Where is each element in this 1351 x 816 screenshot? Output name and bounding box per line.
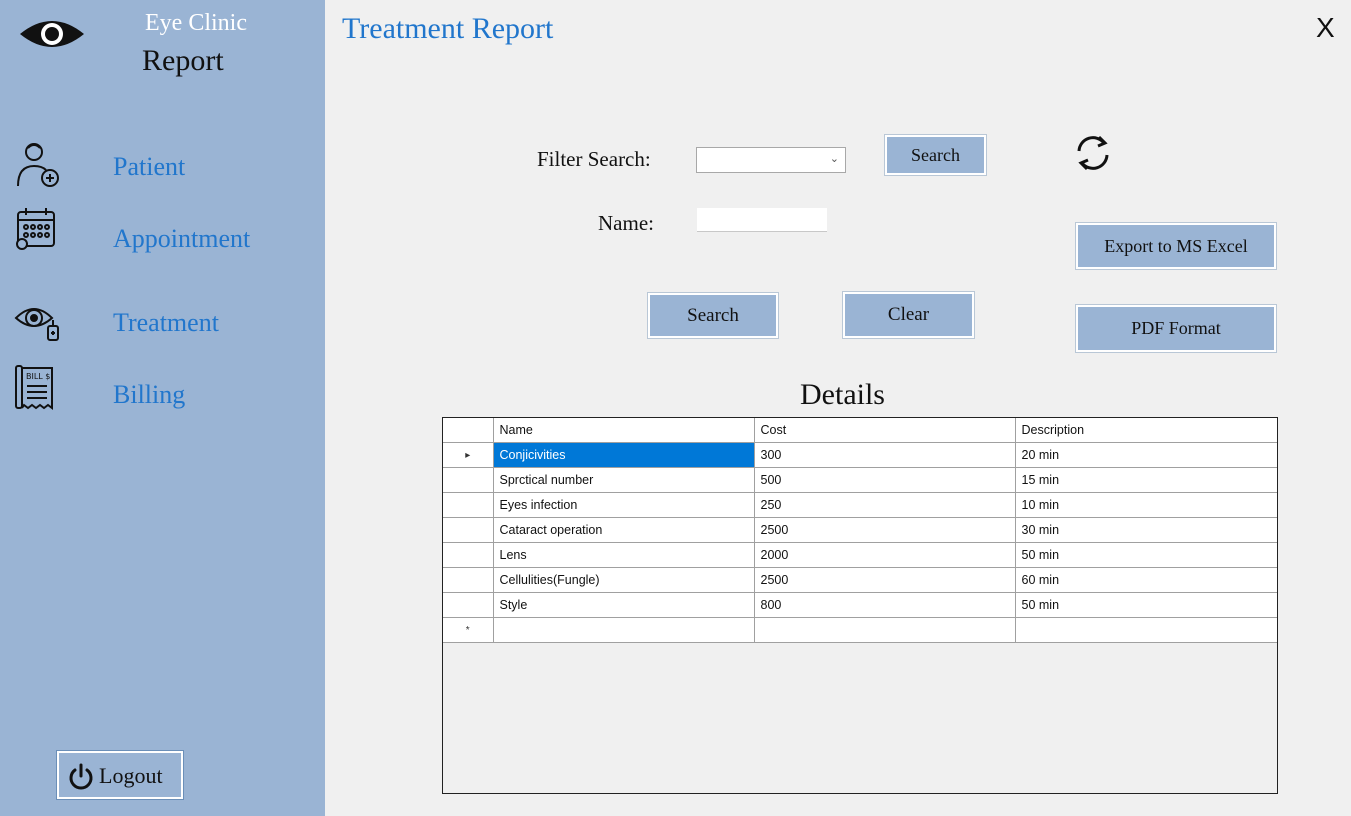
column-header-description[interactable]: Description (1015, 418, 1277, 443)
refresh-icon[interactable] (1073, 133, 1113, 173)
sidebar-item-patient[interactable]: Patient (0, 136, 325, 192)
row-header-corner (443, 418, 494, 443)
bill-icon: BILL $ (15, 365, 53, 410)
cell-cost[interactable]: 2500 (754, 567, 1016, 593)
clinic-name: Eye Clinic (145, 10, 247, 36)
table-row[interactable]: Sprctical number 500 15 min (443, 467, 1277, 493)
row-header[interactable] (443, 517, 494, 543)
cell-name[interactable]: Cellulities(Fungle) (493, 567, 755, 593)
close-button[interactable]: X (1316, 12, 1335, 44)
table-row[interactable]: Cellulities(Fungle) 2500 60 min (443, 567, 1277, 593)
patient-icon (17, 143, 59, 187)
sidebar-item-billing[interactable]: BILL $ Billing (0, 360, 325, 416)
pdf-format-button[interactable]: PDF Format (1075, 304, 1277, 353)
sidebar-item-appointment[interactable]: Appointment (0, 200, 325, 256)
logout-button[interactable]: Logout (56, 750, 184, 800)
eye-logo-icon (20, 21, 84, 47)
new-row[interactable]: * (443, 617, 1277, 643)
cell-cost[interactable]: 500 (754, 467, 1016, 493)
export-excel-button[interactable]: Export to MS Excel (1075, 222, 1277, 270)
sidebar: Eye Clinic Report Patient Appointment Tr… (0, 0, 325, 816)
sidebar-item-treatment[interactable]: Treatment (0, 294, 325, 350)
cell-description[interactable]: 30 min (1015, 517, 1277, 543)
new-row-cell-description[interactable] (1015, 617, 1277, 643)
new-row-cell-cost[interactable] (754, 617, 1016, 643)
clinic-subtitle: Report (142, 44, 224, 77)
bill-icon-text: BILL $ (26, 372, 50, 381)
power-icon (69, 763, 93, 790)
name-input[interactable] (697, 208, 827, 232)
cell-name[interactable]: Style (493, 592, 755, 618)
logout-label: Logout (99, 763, 163, 788)
cell-cost[interactable]: 250 (754, 492, 1016, 518)
sidebar-item-label: Billing (113, 380, 186, 409)
row-header[interactable] (443, 542, 494, 568)
row-header[interactable] (443, 467, 494, 493)
table-row[interactable]: ▸ Conjicivities 300 20 min (443, 442, 1277, 468)
cell-name[interactable]: Conjicivities (493, 442, 755, 468)
row-header[interactable] (443, 592, 494, 618)
treatment-grid[interactable]: Name Cost Description ▸ Conjicivities 300 2… (442, 417, 1278, 794)
clear-button[interactable]: Clear (842, 291, 975, 339)
name-label: Name: (598, 211, 654, 235)
cell-cost[interactable]: 2000 (754, 542, 1016, 568)
table-row[interactable]: Lens 2000 50 min (443, 542, 1277, 568)
cell-name[interactable]: Sprctical number (493, 467, 755, 493)
column-header-name[interactable]: Name (493, 418, 755, 443)
sidebar-item-label: Treatment (113, 308, 219, 337)
cell-description[interactable]: 50 min (1015, 542, 1277, 568)
table-row[interactable]: Eyes infection 250 10 min (443, 492, 1277, 518)
cell-description[interactable]: 20 min (1015, 442, 1277, 468)
chevron-down-icon: ⌄ (829, 152, 839, 165)
cell-cost[interactable]: 2500 (754, 517, 1016, 543)
cell-description[interactable]: 15 min (1015, 467, 1277, 493)
calendar-icon (16, 208, 55, 250)
filter-search-label: Filter Search: (537, 147, 651, 171)
column-header-cost[interactable]: Cost (754, 418, 1016, 443)
cell-cost[interactable]: 300 (754, 442, 1016, 468)
row-header[interactable] (443, 567, 494, 593)
new-row-cell-name[interactable] (493, 617, 755, 643)
search-button[interactable]: Search (647, 292, 779, 339)
filter-search-select[interactable]: ⌄ (696, 147, 846, 173)
sidebar-item-label: Appointment (113, 224, 251, 253)
new-row-marker-icon: * (443, 617, 494, 643)
cell-description[interactable]: 60 min (1015, 567, 1277, 593)
table-row[interactable]: Cataract operation 2500 30 min (443, 517, 1277, 543)
table-row[interactable]: Style 800 50 min (443, 592, 1277, 618)
cell-description[interactable]: 10 min (1015, 492, 1277, 518)
cell-cost[interactable]: 800 (754, 592, 1016, 618)
row-header[interactable] (443, 492, 494, 518)
page-title: Treatment Report (342, 12, 554, 45)
cell-name[interactable]: Cataract operation (493, 517, 755, 543)
cell-name[interactable]: Lens (493, 542, 755, 568)
sidebar-item-label: Patient (113, 152, 186, 181)
cell-description[interactable]: 50 min (1015, 592, 1277, 618)
details-title: Details (800, 378, 885, 411)
grid-header-row: Name Cost Description (443, 418, 1277, 443)
current-row-marker-icon[interactable]: ▸ (443, 442, 494, 468)
filter-search-button[interactable]: Search (884, 134, 987, 176)
eye-drop-icon (14, 308, 59, 341)
cell-name[interactable]: Eyes infection (493, 492, 755, 518)
